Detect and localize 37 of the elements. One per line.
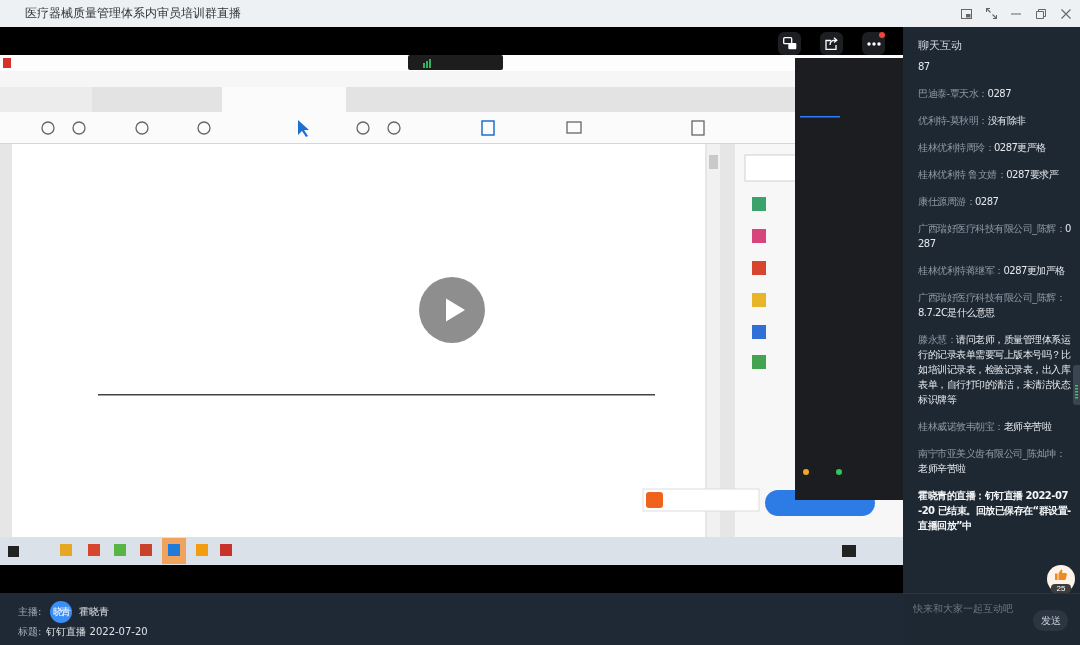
- close-icon: [1061, 8, 1071, 19]
- chat-message: 广西瑞好医疗科技有限公司_陈辉： 8.7.2C是什么意思: [918, 291, 1066, 320]
- chat-message: 康仕源周游：0287: [918, 195, 1000, 209]
- player-toolbar-button[interactable]: [778, 32, 801, 55]
- notification-dot-icon: [879, 32, 885, 38]
- thumbs-up-icon: [1055, 569, 1067, 580]
- host-label: 主播:: [18, 605, 42, 619]
- stream-title: 钉钉直播 2022-07-20: [46, 625, 148, 639]
- chat-message: 南宁市亚美义齿有限公司_陈灿坤： 老师辛苦啦: [918, 447, 1066, 476]
- chat-message: 优利特-莫秋明：没有除非: [918, 114, 1027, 128]
- host-avatar: 晓青: [50, 601, 73, 623]
- share-icon: [824, 37, 839, 50]
- like-button[interactable]: 25: [1047, 565, 1075, 593]
- player-toolbar-button[interactable]: [820, 32, 843, 55]
- chat-message: 桂林优利特蒋继军：0287更加严格: [918, 264, 1066, 278]
- overlapping-windows-icon: [782, 37, 797, 50]
- chat-message: 桂林优利特 鲁文婧：0287要求严: [918, 168, 1060, 182]
- chat-message: 巴迪泰-覃天水：0287: [918, 87, 1013, 101]
- play-icon: [444, 297, 466, 323]
- chat-message: 87: [918, 60, 931, 74]
- stream-title-label: 标题:: [18, 625, 42, 639]
- chat-message: 广西瑞好医疗科技有限公司_陈辉：0287: [918, 222, 1071, 251]
- picture-in-picture-icon: [960, 8, 972, 19]
- host-name: 霍晓青: [79, 605, 110, 619]
- send-button[interactable]: 发送: [1033, 610, 1068, 631]
- minimize-icon: [1011, 12, 1021, 15]
- expand-icon: [985, 8, 997, 19]
- chat-message: 滕永慧：请问老师，质量管理体系运行的记录表单需要写上版本号吗？比如培训记录表，检验记录表，出入库表单，自行打印的清洁，未清洁状态标识牌等: [918, 333, 1071, 407]
- restore-icon: [1036, 8, 1046, 19]
- more-icon: [866, 41, 881, 46]
- window-title: 医疗器械质量管理体系内审员培训群直播: [25, 5, 241, 22]
- chat-panel-title: 聊天互动: [917, 38, 963, 53]
- level-meter-icon: [1073, 365, 1080, 405]
- chat-message: 霍晓青的直播：钉钉直播 2022-07-20 已结束。回放已保存在“群设置-直播回放”中: [918, 489, 1071, 533]
- chat-message: 桂林优利特周玲：0287更严格: [918, 141, 1047, 155]
- chat-message: 桂林威诺敦韦朝宝：老师辛苦啦: [918, 420, 1053, 434]
- player-toolbar-button[interactable]: [862, 32, 885, 55]
